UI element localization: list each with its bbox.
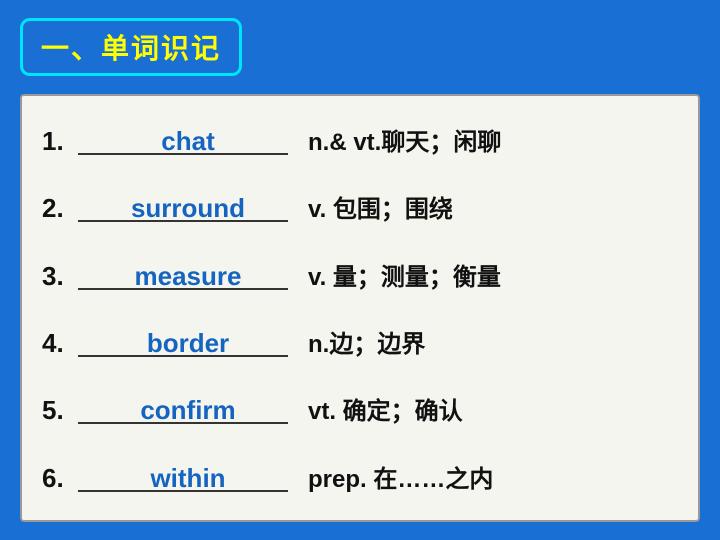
vocab-word: within <box>144 463 231 494</box>
word-blank: measure <box>78 261 298 292</box>
header-title: 一、单词识记 <box>41 33 221 64</box>
vocab-definition: v. 包围；围绕 <box>308 189 453 224</box>
vocab-card: 1. chat n.& vt.聊天；闲聊 2. surround v. 包围；围绕 3. me… <box>20 94 700 522</box>
vocab-row: 1. chat n.& vt.聊天；闲聊 <box>42 120 678 159</box>
vocab-row: 3. measure v. 量；测量；衡量 <box>42 255 678 294</box>
row-number: 3. <box>42 261 78 292</box>
vocab-definition: vt. 确定；确认 <box>308 391 463 426</box>
vocab-word: chat <box>155 126 220 157</box>
vocab-word: surround <box>125 193 251 224</box>
vocab-word: border <box>141 328 235 359</box>
header-box: 一、单词识记 <box>20 18 242 76</box>
word-blank: confirm <box>78 395 298 426</box>
word-blank: chat <box>78 126 298 157</box>
vocab-definition: n.& vt.聊天；闲聊 <box>308 122 501 157</box>
row-number: 1. <box>42 126 78 157</box>
vocab-row: 6. within prep. 在……之内 <box>42 457 678 496</box>
row-number: 2. <box>42 193 78 224</box>
row-number: 4. <box>42 328 78 359</box>
vocab-row: 2. surround v. 包围；围绕 <box>42 187 678 226</box>
row-number: 5. <box>42 395 78 426</box>
row-number: 6. <box>42 463 78 494</box>
vocab-definition: prep. 在……之内 <box>308 459 493 494</box>
vocab-word: measure <box>129 261 248 292</box>
word-blank: surround <box>78 193 298 224</box>
word-blank: border <box>78 328 298 359</box>
word-blank: within <box>78 463 298 494</box>
vocab-row: 4. border n.边；边界 <box>42 322 678 361</box>
vocab-word: confirm <box>134 395 241 426</box>
vocab-definition: v. 量；测量；衡量 <box>308 257 501 292</box>
vocab-definition: n.边；边界 <box>308 324 425 359</box>
vocab-row: 5. confirm vt. 确定；确认 <box>42 389 678 428</box>
